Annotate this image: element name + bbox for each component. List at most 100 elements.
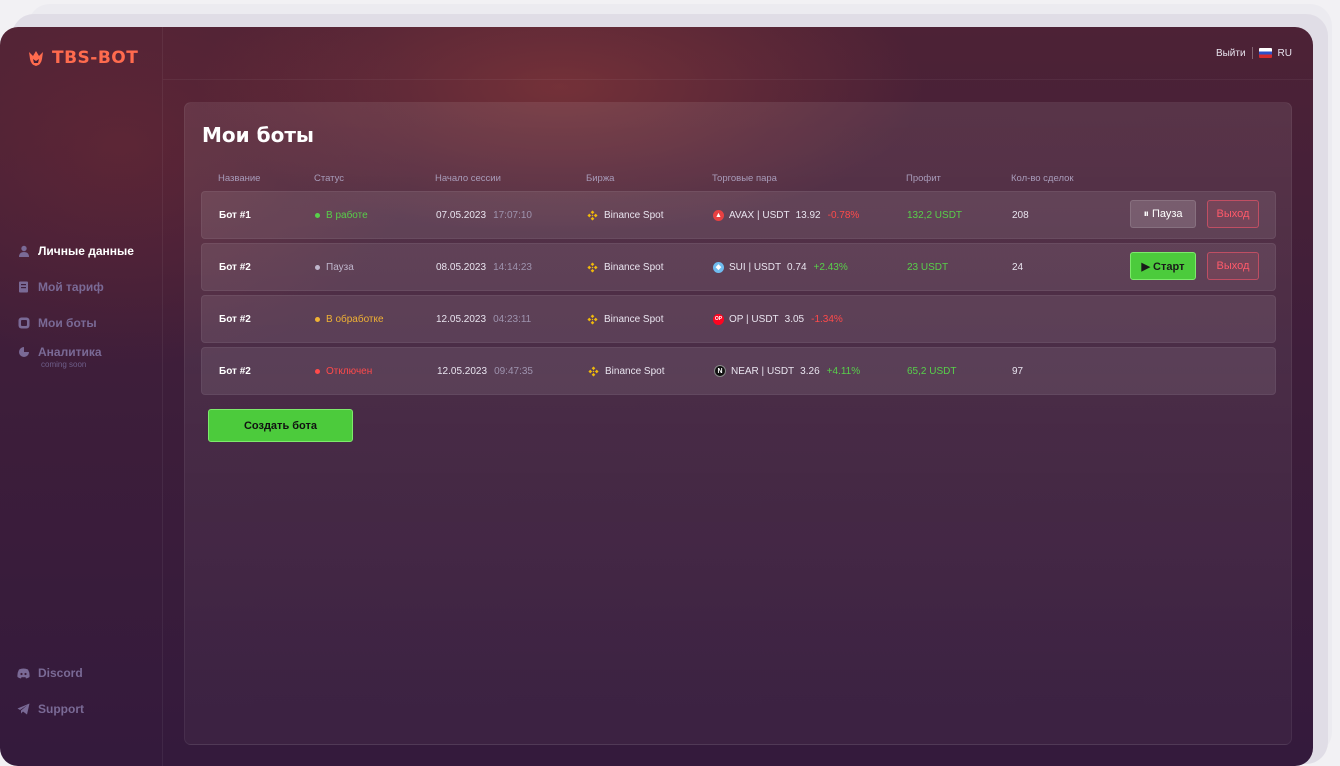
table-row[interactable]: Бот #1 В работе 07.05.2023 17:07:10 Binan… (201, 191, 1276, 239)
binance-icon (587, 313, 598, 325)
discord-icon (17, 667, 30, 680)
status-dot (315, 316, 320, 322)
topbar: Выйти RU (163, 27, 1313, 80)
near-icon: N (714, 365, 726, 377)
session-date: 12.05.2023 (437, 365, 488, 377)
bots-panel: Мои боты Название Статус Начало сессии Б… (184, 102, 1292, 745)
exit-button[interactable]: Выход (1207, 200, 1259, 228)
bot-icon (17, 317, 30, 330)
exchange: Binance Spot (587, 244, 664, 290)
status-badge: В работе (315, 192, 368, 238)
column-header-session: Начало сессии (435, 173, 501, 184)
bot-name: Бот #1 (219, 209, 251, 221)
session-time: 17:07:10 (493, 209, 532, 221)
trades-count: 24 (1012, 261, 1024, 273)
trading-pair: OP OP | USDT 3.05 -1.34% (713, 296, 843, 342)
binance-icon (587, 209, 598, 221)
binance-icon (587, 261, 598, 273)
session-date: 12.05.2023 (436, 313, 487, 325)
create-bot-button[interactable]: Создать бота (208, 409, 353, 442)
status-badge: Пауза (315, 244, 354, 290)
column-header-pair: Торговые пара (712, 173, 777, 184)
status-dot (315, 212, 320, 218)
sui-icon: ◆ (713, 261, 724, 273)
sidebar-item-label: Личные данные (38, 244, 134, 258)
divider (1251, 47, 1253, 59)
pause-button[interactable]: ⏸ Пауза (1130, 200, 1196, 228)
session-start: 08.05.2023 14:14:23 (436, 244, 532, 290)
trades-count: 97 (1012, 365, 1024, 377)
logout-link[interactable]: Выйти (1216, 48, 1246, 59)
logo[interactable]: TBS-BOT (26, 48, 138, 68)
trading-pair: ▲ AVAX | USDT 13.92 -0.78% (713, 192, 859, 238)
pair-change: +2.43% (813, 261, 848, 273)
session-date: 08.05.2023 (436, 261, 487, 273)
pair-price: 3.05 (784, 313, 805, 325)
binance-icon (588, 365, 599, 377)
bot-name: Бот #2 (219, 365, 251, 377)
analytics-icon (17, 345, 30, 358)
language-selector[interactable]: RU (1278, 48, 1292, 59)
start-button[interactable]: ▶ Старт (1130, 252, 1196, 280)
profit: 65,2 USDT (907, 365, 957, 377)
pair-name: SUI | USDT (729, 261, 782, 273)
profit: 132,2 USDT (907, 209, 963, 221)
status-dot (315, 368, 320, 374)
pair-name: NEAR | USDT (731, 365, 795, 377)
pair-price: 3.26 (800, 365, 820, 377)
exchange-name: Binance Spot (604, 313, 664, 325)
column-header-name: Название (218, 173, 261, 184)
column-header-status: Статус (314, 173, 345, 184)
session-time: 04:23:11 (493, 313, 532, 325)
flag-ru-icon[interactable] (1258, 48, 1272, 58)
status-text: Отключен (326, 365, 373, 377)
support-label: Support (38, 702, 84, 716)
user-icon (17, 245, 30, 258)
exchange: Binance Spot (587, 192, 664, 238)
exchange-name: Binance Spot (604, 209, 664, 221)
column-header-exchange: Биржа (586, 173, 615, 184)
column-header-profit: Профит (906, 173, 941, 184)
exchange-name: Binance Spot (605, 365, 665, 377)
sidebar-item-analytics[interactable]: Аналитика coming soon (17, 341, 134, 381)
status-dot (315, 264, 320, 270)
pair-change: -0.78% (827, 209, 860, 221)
bot-name: Бот #2 (219, 313, 251, 325)
sidebar-item-tariff[interactable]: Мой тариф (17, 269, 134, 305)
table-row[interactable]: Бот #2 В обработке 12.05.2023 04:23:11 Bi… (201, 295, 1276, 343)
sidebar-item-label: Аналитика (38, 345, 102, 359)
pair-name: OP | USDT (729, 313, 779, 325)
sidebar-item-label: Мои боты (38, 316, 97, 330)
sidebar-item-my-bots[interactable]: Мои боты (17, 305, 134, 341)
sidebar-footer: Discord Support (17, 655, 84, 727)
sidebar-item-label: Мой тариф (38, 280, 104, 294)
pair-change: -1.34% (811, 313, 843, 325)
coming-soon-label: coming soon (41, 360, 87, 369)
support-link[interactable]: Support (17, 691, 84, 727)
trading-pair: N NEAR | USDT 3.26 +4.11% (714, 348, 860, 394)
pair-name: AVAX | USDT (729, 209, 790, 221)
op-icon: OP (713, 313, 724, 325)
exchange-name: Binance Spot (604, 261, 664, 273)
session-start: 12.05.2023 09:47:35 (437, 348, 533, 394)
tariff-icon (17, 281, 30, 294)
session-date: 07.05.2023 (436, 209, 487, 221)
session-start: 12.05.2023 04:23:11 (436, 296, 531, 342)
table-row[interactable]: Бот #2 Пауза 08.05.2023 14:14:23 Binance … (201, 243, 1276, 291)
column-header-trades: Кол-во сделок (1011, 173, 1074, 184)
page-title: Мои боты (202, 123, 315, 147)
exit-button[interactable]: Выход (1207, 252, 1259, 280)
sidebar-item-personal-data[interactable]: Личные данные (17, 233, 134, 269)
discord-label: Discord (38, 666, 83, 680)
discord-link[interactable]: Discord (17, 655, 84, 691)
pair-change: +4.11% (826, 365, 861, 377)
exchange: Binance Spot (587, 296, 664, 342)
bot-name: Бот #2 (219, 261, 251, 273)
session-time: 14:14:23 (493, 261, 532, 273)
trading-pair: ◆ SUI | USDT 0.74 +2.43% (713, 244, 848, 290)
status-text: В обработке (326, 313, 384, 325)
table-row[interactable]: Бот #2 Отключен 12.05.2023 09:47:35 Binan… (201, 347, 1276, 395)
logo-text: TBS-BOT (52, 48, 139, 68)
sidebar-nav: Личные данные Мой тариф Мои боты Аналити… (17, 233, 134, 381)
logo-icon (29, 51, 43, 66)
